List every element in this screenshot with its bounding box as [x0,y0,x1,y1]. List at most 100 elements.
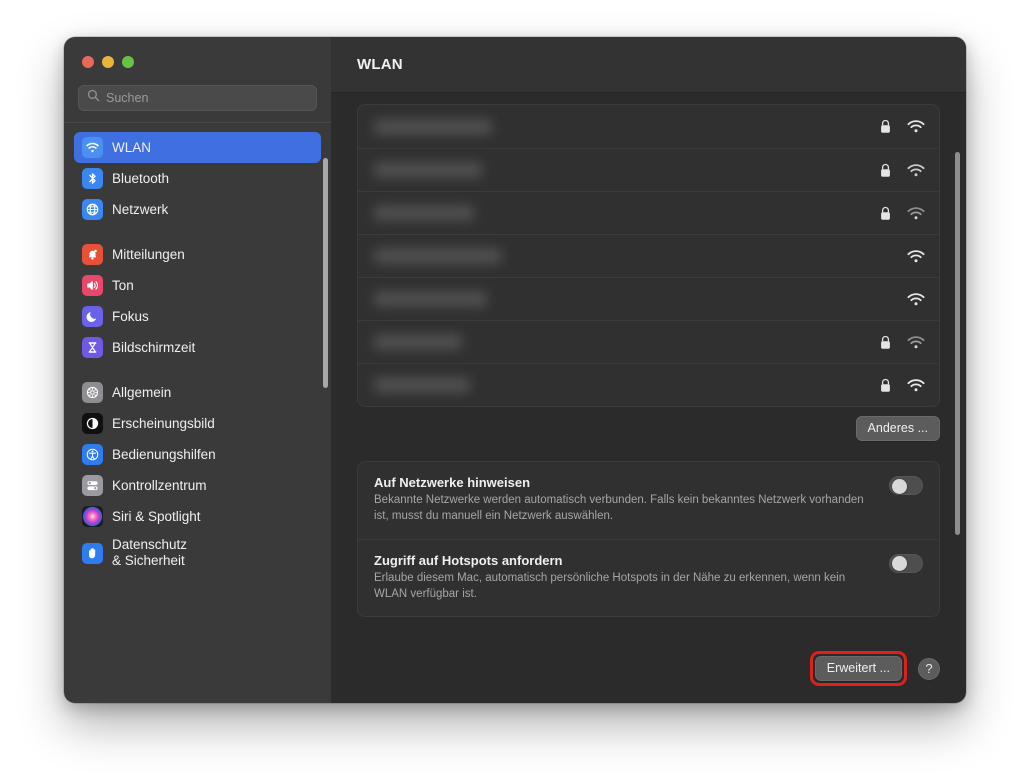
sidebar-item-label: Bedienungshilfen [112,446,216,462]
page-root: WLAN Bluetooth [0,0,1024,783]
sidebar-item-label: WLAN [112,139,152,155]
network-name-redacted [374,205,880,221]
table-row[interactable] [358,320,939,363]
network-name-redacted [374,162,880,178]
sidebar-item-ton[interactable]: Ton [74,270,321,301]
wifi-signal-icon [907,206,925,220]
other-network-row: Anderes ... [357,407,940,441]
wifi-signal-icon [907,378,925,392]
search-container [64,85,331,122]
sidebar-item-bedienungshilfen[interactable]: Bedienungshilfen [74,439,321,470]
table-row[interactable] [358,363,939,406]
content-scrollbar[interactable] [955,152,960,535]
lock-icon [880,119,891,134]
network-name-redacted [374,291,880,307]
option-description: Bekannte Netzwerke werden automatisch ve… [374,494,864,522]
speaker-icon [82,275,103,296]
sidebar-item-label: Fokus [112,308,149,324]
hand-icon [82,542,103,564]
wifi-signal-icon [907,292,925,306]
sidebar-item-label: Allgemein [112,384,172,400]
advanced-button-highlight: Erweitert ... [809,651,907,686]
moon-icon [82,306,103,327]
content-footer: Erweitert ... ? [331,651,966,703]
option-row-ask-to-join: Auf Netzwerke hinweisen Bekannte Netzwer… [358,462,939,539]
close-window-button[interactable] [82,56,94,68]
sidebar-item-label: Mitteilungen [112,246,185,262]
network-name-redacted [374,119,880,135]
search-input[interactable] [106,91,308,105]
toggle-knob [891,556,907,572]
appearance-icon [82,413,103,434]
network-row-icons [880,206,925,221]
toggle-knob [891,478,907,494]
ask-to-join-networks-toggle[interactable] [889,476,923,495]
content-titlebar: WLAN [331,37,966,93]
ask-to-join-hotspots-toggle[interactable] [889,553,923,573]
bell-icon [82,244,103,265]
sidebar-item-wlan[interactable]: WLAN [74,132,321,163]
sidebar-item-datenschutz-sicherheit[interactable]: Datenschutz & Sicherheit [74,532,321,574]
sidebar-nav: WLAN Bluetooth Netzwerk Mitteilungen Ton… [64,132,331,703]
table-row[interactable] [358,191,939,234]
wifi-signal-icon [907,163,925,177]
table-row[interactable] [358,148,939,191]
page-title: WLAN [357,56,403,73]
globe-icon [82,199,103,220]
sidebar-item-fokus[interactable]: Fokus [74,301,321,332]
maximize-window-button[interactable] [122,56,134,68]
sidebar-group-system: Mitteilungen Ton Fokus Bildschirmzeit [74,239,321,363]
lock-icon [880,378,891,393]
option-title: Auf Netzwerke hinweisen [374,475,531,490]
lock-icon [880,206,891,221]
table-row[interactable] [358,105,939,148]
wifi-signal-icon [907,249,925,263]
sidebar-item-bluetooth[interactable]: Bluetooth [74,163,321,194]
sidebar-item-label: Netzwerk [112,201,169,217]
advanced-button[interactable]: Erweitert ... [814,656,902,681]
sidebar-item-allgemein[interactable]: Allgemein [74,377,321,408]
lock-icon-placeholder [880,292,891,307]
wifi-options-card: Auf Netzwerke hinweisen Bekannte Netzwer… [357,461,940,618]
sidebar-group-general: Allgemein Erscheinungsbild Bedienungshil… [74,377,321,574]
search-field[interactable] [78,85,317,111]
sliders-icon [82,475,103,496]
sidebar-divider [64,122,331,123]
table-row[interactable] [358,277,939,320]
network-name-redacted [374,334,880,350]
sidebar-item-label: Bluetooth [112,170,170,186]
option-text: Auf Netzwerke hinweisen Bekannte Netzwer… [374,475,875,525]
network-name-redacted [374,377,880,393]
sidebar-item-siri-spotlight[interactable]: Siri & Spotlight [74,501,321,532]
sidebar-item-netzwerk[interactable]: Netzwerk [74,194,321,225]
sidebar-item-label: Ton [112,277,134,293]
minimize-window-button[interactable] [102,56,114,68]
sidebar-item-erscheinungsbild[interactable]: Erscheinungsbild [74,408,321,439]
settings-scroll-area: Anderes ... Auf Netzwerke hinweisen Beka… [331,93,966,651]
sidebar-scrollbar[interactable] [323,158,328,388]
search-icon [87,89,100,107]
sidebar-item-mitteilungen[interactable]: Mitteilungen [74,239,321,270]
bluetooth-icon [82,168,103,189]
network-row-icons [880,378,925,393]
network-row-icons [880,119,925,134]
sidebar-item-label: Siri & Spotlight [112,508,201,524]
sidebar-item-label: Datenschutz & Sicherheit [112,537,188,568]
sidebar-item-label: Kontrollzentrum [112,477,207,493]
wifi-signal-icon [907,335,925,349]
network-row-icons [880,292,925,307]
option-text: Zugriff auf Hotspots anfordern Erlaube d… [374,553,875,603]
network-list [357,104,940,407]
sidebar-item-bildschirmzeit[interactable]: Bildschirmzeit [74,332,321,363]
table-row[interactable] [358,234,939,277]
sidebar-item-label: Erscheinungsbild [112,415,215,431]
system-settings-window: WLAN Bluetooth [64,37,966,703]
sidebar-item-kontrollzentrum[interactable]: Kontrollzentrum [74,470,321,501]
help-button[interactable]: ? [918,657,940,680]
sidebar-item-label: Bildschirmzeit [112,339,196,355]
wifi-icon [82,137,103,158]
network-name-redacted [374,248,880,264]
option-title: Zugriff auf Hotspots anfordern [374,552,563,568]
other-network-button[interactable]: Anderes ... [855,416,940,441]
lock-icon-placeholder [880,249,891,264]
